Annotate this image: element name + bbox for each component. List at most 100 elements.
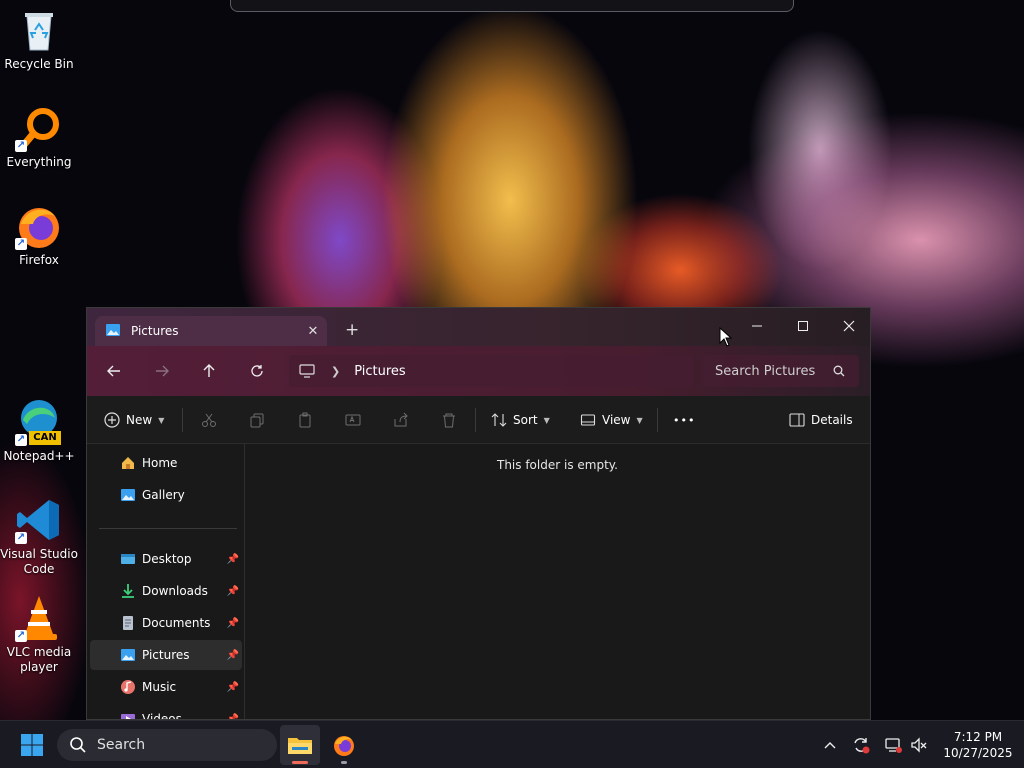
minimize-icon <box>752 325 762 327</box>
desktop-icon-vlc[interactable]: ↗ VLC media player <box>0 594 78 675</box>
tab-title: Pictures <box>131 324 179 338</box>
firefox-icon: ↗ <box>15 202 63 250</box>
breadcrumb-pictures[interactable]: Pictures <box>354 364 405 379</box>
scissors-icon <box>202 413 216 427</box>
pin-icon: 📌 <box>226 649 239 661</box>
new-button[interactable]: New ▼ <box>104 408 164 432</box>
sidebar-item-gallery[interactable]: Gallery <box>90 480 242 510</box>
cut-button[interactable] <box>201 408 217 432</box>
details-pane-icon <box>789 413 805 427</box>
close-button[interactable] <box>826 312 870 340</box>
videos-folder-icon <box>120 711 136 719</box>
view-button[interactable]: View ▼ <box>580 408 643 432</box>
windows-logo-icon <box>21 734 43 756</box>
desktop-icon-vscode[interactable]: ↗ Visual Studio Code <box>0 496 78 577</box>
top-flyout-edge <box>230 0 794 12</box>
minimize-button[interactable] <box>734 312 780 340</box>
search-box[interactable] <box>703 355 859 387</box>
sidebar-item-label: Home <box>142 456 178 470</box>
can-badge: CAN <box>29 431 61 445</box>
desktop-icon-notepad-plus-plus[interactable]: CAN ↗ Notepad++ <box>0 398 78 464</box>
sidebar-item-home[interactable]: Home <box>90 448 242 478</box>
forward-button[interactable] <box>149 359 175 383</box>
sidebar-item-label: Pictures <box>142 648 190 662</box>
toolbar-divider <box>657 408 658 432</box>
copy-button[interactable] <box>249 408 265 432</box>
tab-close-button[interactable]: ✕ <box>299 324 327 339</box>
address-bar[interactable]: ❯ Pictures <box>289 355 693 387</box>
share-button[interactable] <box>393 408 409 432</box>
desktop-icon-label: Firefox <box>19 253 59 267</box>
desktop-icon-label: Everything <box>6 155 72 169</box>
more-options-button[interactable]: ••• <box>673 408 695 432</box>
vlc-icon: ↗ <box>15 594 63 642</box>
sidebar-item-documents[interactable]: Documents 📌 <box>90 608 242 638</box>
paste-icon <box>299 412 311 428</box>
firefox-icon <box>334 736 354 756</box>
details-button-label: Details <box>811 413 853 427</box>
volume-status-icon[interactable] <box>909 735 929 755</box>
desktop-icon-label: Visual Studio Code <box>0 547 78 576</box>
desktop-icon-recycle-bin[interactable]: Recycle Bin <box>0 6 78 72</box>
shortcut-arrow-icon: ↗ <box>15 630 27 642</box>
sidebar-item-downloads[interactable]: Downloads 📌 <box>90 576 242 606</box>
sidebar-item-label: Gallery <box>142 488 185 502</box>
notepad-plus-plus-icon: CAN ↗ <box>15 398 63 446</box>
search-icon <box>70 737 86 753</box>
rename-button[interactable] <box>345 408 361 432</box>
chevron-up-icon <box>824 742 836 749</box>
sidebar-item-desktop[interactable]: Desktop 📌 <box>90 544 242 574</box>
view-button-label: View <box>602 413 631 427</box>
network-status-icon[interactable] <box>883 735 903 755</box>
search-input[interactable] <box>715 363 825 379</box>
back-button[interactable] <box>101 359 127 383</box>
system-clock[interactable]: 7:12 PM 10/27/2025 <box>938 729 1018 761</box>
start-button[interactable] <box>12 725 52 765</box>
maximize-icon <box>798 321 808 331</box>
sidebar-divider <box>99 528 237 529</box>
sidebar-item-videos[interactable]: Videos 📌 <box>90 704 242 720</box>
command-bar: New ▼ Sort ▼ View ▼ ••• Details <box>87 396 870 444</box>
view-icon <box>580 414 596 426</box>
taskbar-firefox[interactable] <box>324 725 364 765</box>
paste-button[interactable] <box>297 408 313 432</box>
sidebar-item-music[interactable]: Music 📌 <box>90 672 242 702</box>
search-icon <box>833 365 845 377</box>
tab-pictures[interactable]: Pictures ✕ <box>95 316 327 346</box>
desktop-icon-everything[interactable]: ↗ Everything <box>0 104 78 170</box>
shortcut-arrow-icon: ↗ <box>15 238 27 250</box>
taskbar-search-input[interactable] <box>97 737 257 753</box>
desktop-folder-icon <box>120 551 136 567</box>
sync-status-icon[interactable] <box>851 735 871 755</box>
clock-date: 10/27/2025 <box>943 746 1013 760</box>
sync-icon <box>854 738 870 754</box>
sort-button-label: Sort <box>513 413 538 427</box>
up-button[interactable] <box>196 359 222 383</box>
taskbar-search[interactable] <box>57 729 277 761</box>
arrow-up-icon <box>203 364 215 377</box>
title-bar[interactable]: Pictures ✕ + <box>87 308 870 346</box>
sort-button[interactable]: Sort ▼ <box>491 408 550 432</box>
copy-icon <box>250 413 264 428</box>
content-area: Home Gallery Desktop 📌 Downloads 📌 Docum… <box>87 444 870 719</box>
toolbar-divider <box>475 408 476 432</box>
chevron-right-icon: ❯ <box>331 364 341 378</box>
file-explorer-window: Pictures ✕ + ❯ Pictures Search Pictures … <box>86 307 871 720</box>
details-pane-button[interactable]: Details <box>789 408 853 432</box>
downloads-folder-icon <box>120 583 136 599</box>
recycle-bin-icon <box>15 6 63 54</box>
shortcut-arrow-icon: ↗ <box>15 140 27 152</box>
show-hidden-icons-button[interactable] <box>820 735 840 755</box>
refresh-button[interactable] <box>244 359 270 383</box>
sidebar-item-pictures[interactable]: Pictures 📌 <box>90 640 242 670</box>
new-tab-button[interactable]: + <box>345 320 359 340</box>
sidebar-item-label: Desktop <box>142 552 192 566</box>
delete-button[interactable] <box>441 408 457 432</box>
desktop-icon-firefox[interactable]: ↗ Firefox <box>0 202 78 268</box>
maximize-button[interactable] <box>780 312 826 340</box>
sidebar-item-label: Videos <box>142 712 182 720</box>
trash-icon <box>443 413 455 428</box>
taskbar-file-explorer[interactable] <box>280 725 320 765</box>
gallery-icon <box>120 487 136 503</box>
pin-icon: 📌 <box>226 681 239 693</box>
